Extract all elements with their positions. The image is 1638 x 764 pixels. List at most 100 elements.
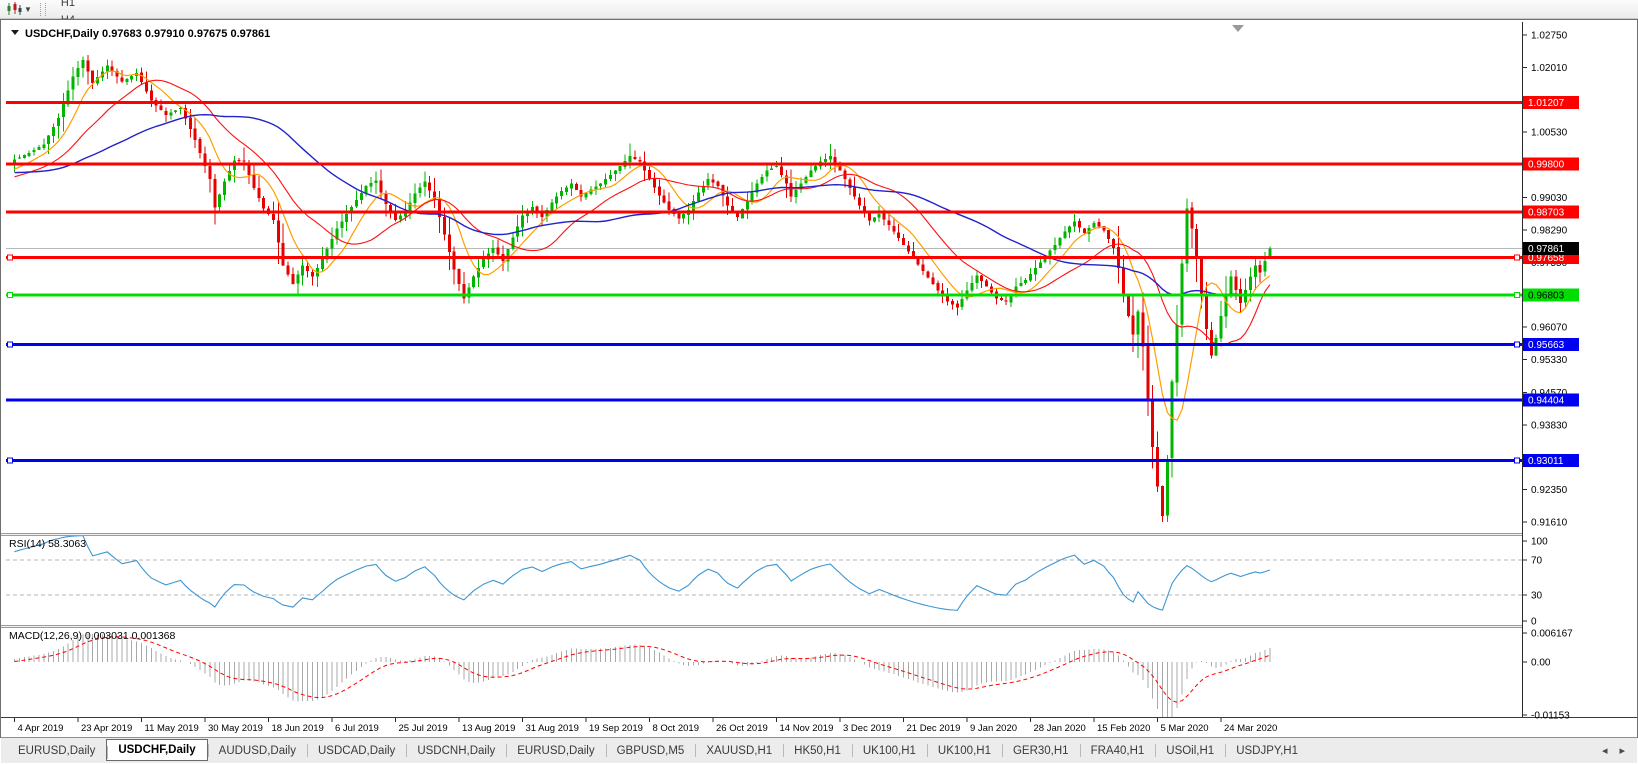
date-tick-label: 5 Mar 2020 [1161,723,1209,734]
tab-usdcad-daily[interactable]: USDCAD,Daily [307,738,406,763]
hline-handle[interactable] [1515,292,1520,297]
tab-usdcnh-daily[interactable]: USDCNH,Daily [406,738,506,763]
macd-tick-label: 0.00 [1531,658,1551,669]
candle-body [1210,330,1213,355]
tab-uk100-h1[interactable]: UK100,H1 [927,738,1002,763]
candle-body [853,188,856,197]
candle-body [1127,294,1130,316]
candle-body [384,193,387,204]
timeframe-button-h1[interactable]: H1 [54,0,89,12]
tab-eurusd-daily[interactable]: EURUSD,Daily [506,738,605,763]
candle-body [1083,228,1086,233]
candle-body [42,144,45,148]
hline-handle[interactable] [1515,342,1520,347]
tab-hk50-h1[interactable]: HK50,H1 [783,738,852,763]
macd-tick-label: -0.01153 [1531,711,1570,722]
candle-body [775,166,778,167]
candle-body [18,157,21,158]
candle-body [555,197,558,204]
candle-body [243,160,246,161]
candle-body [194,128,197,139]
candle-body [1000,298,1003,300]
price-tick-label: 1.02010 [1531,63,1568,74]
tab-ger30-h1[interactable]: GER30,H1 [1002,738,1080,763]
candle-body [252,174,255,188]
price-tick-label: 0.95330 [1531,355,1568,366]
price-label-0.94404: 0.94404 [1523,393,1579,406]
candle-body [892,226,895,232]
rsi-tick-label: 100 [1531,537,1548,548]
macd-tick-label: 0.006167 [1531,629,1573,640]
hline-handle[interactable] [8,292,13,297]
candle-body [565,187,568,192]
candle-body [482,259,485,267]
candle-body [179,108,182,109]
candle-body [1034,268,1037,275]
candle-body [931,278,934,285]
candle-body [712,179,715,182]
candle-body [663,196,666,203]
chart-type-button[interactable]: ▼ [3,2,35,16]
candle-body [1063,232,1066,239]
candle-body [609,175,612,179]
candle-body [682,214,685,218]
candle-body [301,265,304,275]
candle-body [961,299,964,307]
candle-body [62,104,65,117]
candle-body [28,153,31,156]
date-tick-label: 14 Nov 2019 [780,723,834,734]
price-label-0.95663: 0.95663 [1523,338,1579,351]
candle-body [1259,265,1262,272]
tab-xauusd-h1[interactable]: XAUUSD,H1 [695,738,783,763]
price-tick-label: 1.02750 [1531,30,1568,41]
candle-body [1234,276,1237,289]
candle-body [521,215,524,227]
date-tick-label: 6 Jul 2019 [335,723,379,734]
tab-eurusd-daily[interactable]: EURUSD,Daily [7,738,106,763]
hline-handle[interactable] [8,255,13,260]
candle-body [189,118,192,130]
date-tick-label: 8 Oct 2019 [653,723,699,734]
tab-usoil-h1[interactable]: USOil,H1 [1155,738,1225,763]
hline-handle[interactable] [8,342,13,347]
price-label-0.93011: 0.93011 [1523,454,1579,467]
svg-text:0.95663: 0.95663 [1528,340,1565,351]
tab-audusd-daily[interactable]: AUDUSD,Daily [208,738,307,763]
candle-body [428,182,431,190]
candle-body [716,181,719,185]
scroll-tabs-left-icon[interactable]: ◂ [1602,744,1608,757]
candle-body [1215,338,1218,356]
price-label-0.99800: 0.99800 [1523,157,1579,170]
candle-body [868,214,871,221]
hline-handle[interactable] [1515,255,1520,260]
candle-body [604,179,607,184]
hline-handle[interactable] [8,458,13,463]
dropdown-caret-icon: ▼ [24,5,32,14]
tab-uk100-h1[interactable]: UK100,H1 [852,738,927,763]
candle-body [443,217,446,235]
candle-body [223,181,226,195]
candle-body [668,202,671,210]
tab-fra40-h1[interactable]: FRA40,H1 [1080,738,1156,763]
candle-body [760,177,763,184]
candle-body [1029,274,1032,281]
candle-body [140,73,143,83]
toolbar-grip[interactable] [40,3,46,16]
candle-body [472,277,475,287]
hline-handle[interactable] [1515,458,1520,463]
rsi-tick-label: 30 [1531,590,1543,601]
current-price-label: 0.97861 [1523,242,1579,255]
candle-body [619,166,622,171]
candle-body [1185,209,1188,264]
chart-canvas[interactable]: USDCHF,Daily 0.97683 0.97910 0.97675 0.9… [1,20,1637,737]
candle-body [448,235,451,253]
tab-gbpusd-m5[interactable]: GBPUSD,M5 [606,738,696,763]
svg-text:0.99800: 0.99800 [1528,159,1565,170]
candle-body [560,191,563,196]
scroll-tabs-right-icon[interactable]: ▸ [1619,744,1625,757]
tab-usdjpy-h1[interactable]: USDJPY,H1 [1225,738,1309,763]
tab-usdchf-daily[interactable]: USDCHF,Daily [106,739,207,761]
candlestick-chart-icon [6,2,22,16]
candle-body [47,136,50,144]
candle-body [331,239,334,249]
